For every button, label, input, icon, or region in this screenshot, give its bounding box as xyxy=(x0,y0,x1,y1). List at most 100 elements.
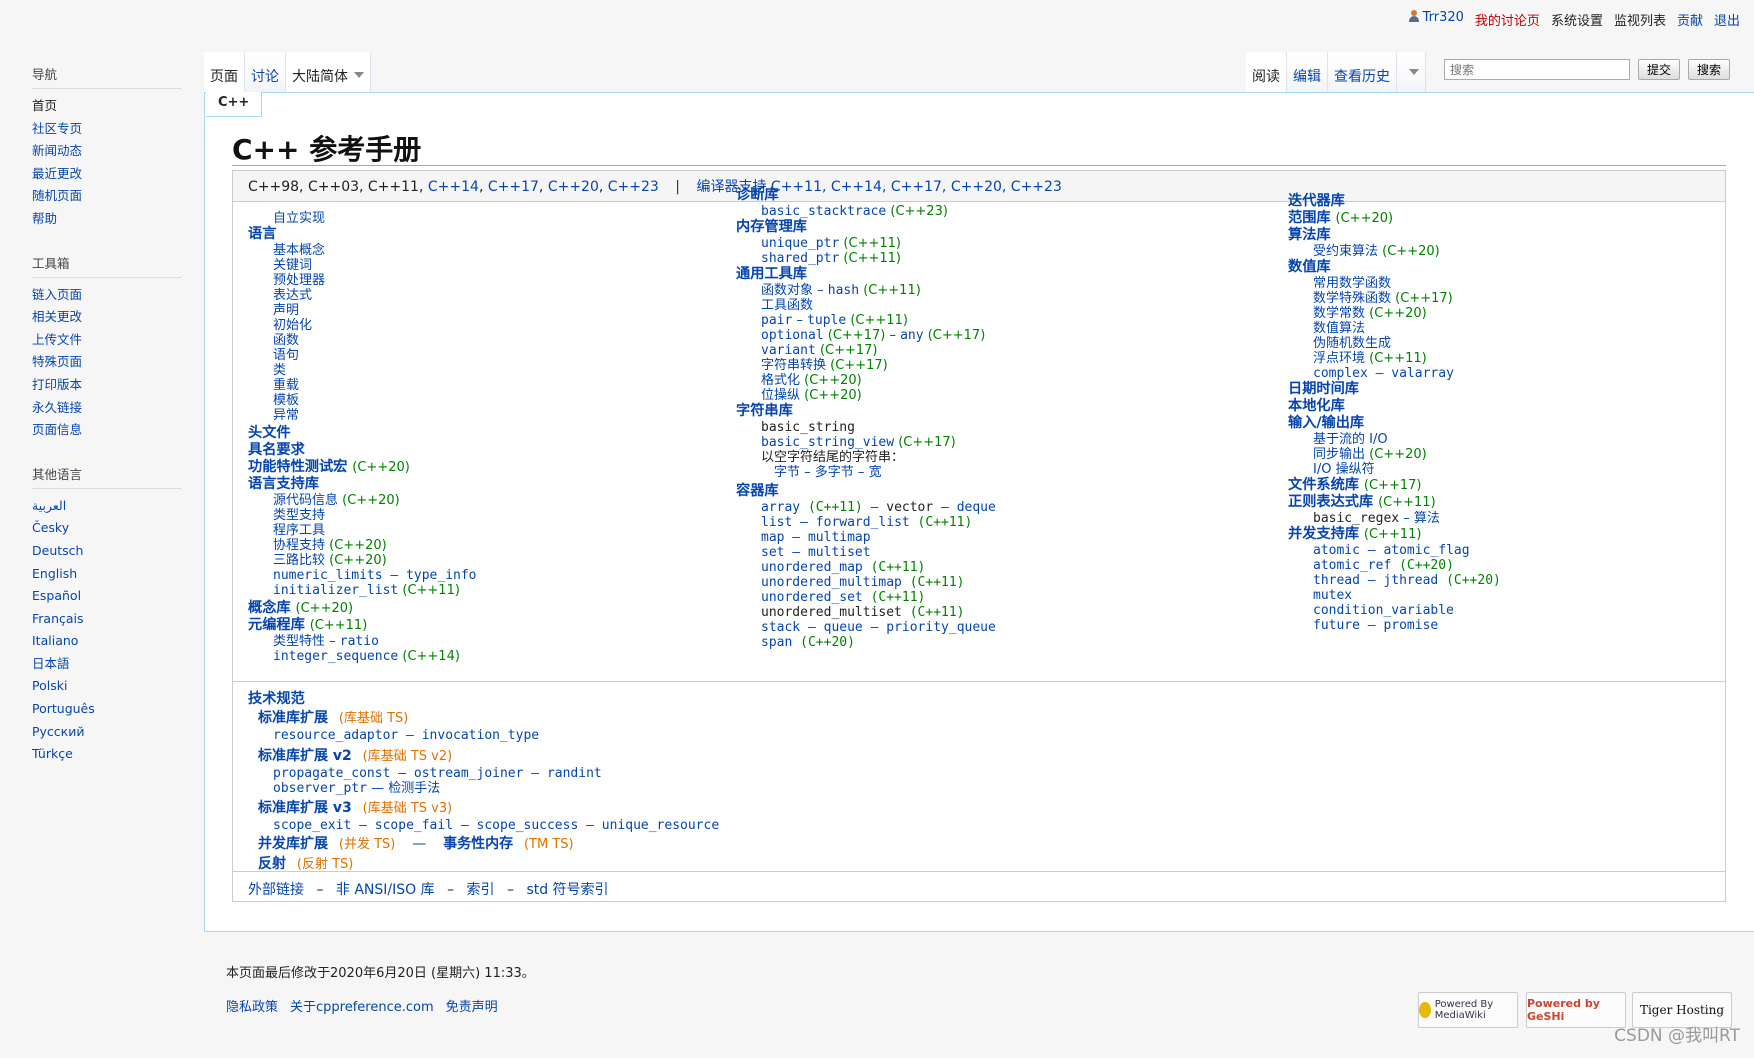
nav-item-main[interactable]: 首页 xyxy=(32,98,57,113)
user-link[interactable]: Trr320 xyxy=(1408,10,1464,29)
search-input[interactable] xyxy=(1444,59,1630,80)
link-numeric-limits[interactable]: numeric_limits xyxy=(273,568,383,583)
link-external[interactable]: 外部链接 xyxy=(248,882,304,898)
link-headers[interactable]: 头文件 xyxy=(248,425,477,442)
link-jthread[interactable]: jthread xyxy=(1383,573,1438,588)
link-ranges[interactable]: 范围库 xyxy=(1288,210,1331,226)
link-multiset[interactable]: multiset xyxy=(808,545,871,560)
link-non-ansi[interactable]: 非 ANSI/ISO 库 xyxy=(336,882,435,898)
nav-item-news[interactable]: 新闻动态 xyxy=(32,143,82,158)
link-detection[interactable]: 检测手法 xyxy=(388,781,440,796)
link-condition-variable[interactable]: condition_variable xyxy=(1288,603,1501,618)
link-exceptions[interactable]: 异常 xyxy=(248,408,477,423)
link-tm[interactable]: 事务性内存 xyxy=(443,836,513,852)
link-thread[interactable]: thread xyxy=(1313,573,1360,588)
lang-item[interactable]: Italiano xyxy=(32,633,78,648)
link-byte[interactable]: 字节 xyxy=(774,465,800,480)
link-common-math[interactable]: 常用数学函数 xyxy=(1288,276,1501,291)
link-initializer-list[interactable]: initializer_list xyxy=(273,583,398,598)
link-diagnostics[interactable]: 诊断库 xyxy=(736,187,996,204)
link-array[interactable]: array xyxy=(761,500,800,515)
link-vector[interactable]: vector xyxy=(886,500,933,515)
link-libext3[interactable]: 标准库扩展 v3 xyxy=(258,800,352,816)
link-basic-concepts[interactable]: 基本概念 xyxy=(248,243,477,258)
link-atomic-flag[interactable]: atomic_flag xyxy=(1383,543,1469,558)
geshi-badge[interactable]: Powered by GeSHi xyxy=(1526,992,1626,1028)
link-utilities[interactable]: 通用工具库 xyxy=(736,266,996,283)
link-declaration[interactable]: 声明 xyxy=(248,303,477,318)
lang-item[interactable]: Русский xyxy=(32,724,84,739)
link-wide[interactable]: 宽 xyxy=(869,465,882,480)
link-format[interactable]: 格式化 xyxy=(761,373,800,388)
link-io[interactable]: 输入/输出库 xyxy=(1288,415,1501,432)
link-future[interactable]: future xyxy=(1313,618,1360,633)
link-io-manip[interactable]: I/O 操纵符 xyxy=(1288,462,1501,477)
link-feature-test[interactable]: 功能特性测试宏 xyxy=(248,459,347,475)
tool-related[interactable]: 相关更改 xyxy=(32,309,82,324)
variant-dropdown[interactable]: 大陆简体 xyxy=(286,52,371,92)
tool-permalink[interactable]: 永久链接 xyxy=(32,400,82,415)
link-sync-out[interactable]: 同步输出 xyxy=(1313,447,1365,462)
link-type-info[interactable]: type_info xyxy=(406,568,476,583)
search-button[interactable]: 搜索 xyxy=(1688,59,1731,80)
link-integer-sequence[interactable]: integer_sequence xyxy=(273,649,398,664)
link-coroutine[interactable]: 协程支持 xyxy=(273,538,325,553)
link-observer-ptr[interactable]: observer_ptr xyxy=(273,781,367,796)
link-utility-functions[interactable]: 工具函数 xyxy=(736,298,996,313)
link-resource-adaptor[interactable]: resource_adaptor xyxy=(273,728,398,743)
link-overloading[interactable]: 重载 xyxy=(248,378,477,393)
link-bit[interactable]: 位操纵 xyxy=(761,388,800,403)
nav-item-recent[interactable]: 最近更改 xyxy=(32,166,82,181)
lang-item[interactable]: Česky xyxy=(32,520,69,535)
link-atomic-ref[interactable]: atomic_ref xyxy=(1313,558,1391,573)
link-tuple[interactable]: tuple xyxy=(807,313,846,328)
link-preprocessor[interactable]: 预处理器 xyxy=(248,273,477,288)
tab-page[interactable]: 页面 xyxy=(204,52,245,92)
link-libext[interactable]: 标准库扩展 xyxy=(258,710,328,726)
link-map[interactable]: map xyxy=(761,530,784,545)
link-type-traits[interactable]: 类型特性 xyxy=(273,634,325,649)
about-link[interactable]: 关于cppreference.com xyxy=(290,996,434,1015)
link-multimap[interactable]: multimap xyxy=(808,530,871,545)
link-forward-list[interactable]: forward_list xyxy=(816,515,910,530)
watchlist-link[interactable]: 监视列表 xyxy=(1614,10,1666,29)
nav-item-help[interactable]: 帮助 xyxy=(32,211,57,226)
link-unordered-map[interactable]: unordered_map xyxy=(761,560,863,575)
link-iterators[interactable]: 迭代器库 xyxy=(1288,193,1501,210)
link-queue[interactable]: queue xyxy=(824,620,863,635)
link-valarray[interactable]: valarray xyxy=(1391,366,1454,381)
link-keywords[interactable]: 关键词 xyxy=(248,258,477,273)
link-multibyte[interactable]: 多字节 xyxy=(815,465,854,480)
lang-item[interactable]: Português xyxy=(32,701,95,716)
link-function-objects[interactable]: 函数对象 xyxy=(761,283,813,298)
link-program-utils[interactable]: 程序工具 xyxy=(248,523,477,538)
nav-item-random[interactable]: 随机页面 xyxy=(32,188,82,203)
link-basic-regex[interactable]: basic_regex xyxy=(1313,511,1399,526)
disclaimer-link[interactable]: 免责声明 xyxy=(446,996,498,1015)
link-unique-resource[interactable]: unique_resource xyxy=(602,818,719,833)
link-atomic[interactable]: atomic xyxy=(1313,543,1360,558)
tab-read[interactable]: 阅读 xyxy=(1246,52,1287,92)
link-scope-fail[interactable]: scope_fail xyxy=(375,818,453,833)
lang-item[interactable]: Español xyxy=(32,588,81,603)
link-randint[interactable]: randint xyxy=(547,766,602,781)
link-type-support[interactable]: 类型支持 xyxy=(248,508,477,523)
privacy-link[interactable]: 隐私政策 xyxy=(226,996,278,1015)
ver-link[interactable]: C++17 xyxy=(488,179,539,195)
link-strings[interactable]: 字符串库 xyxy=(736,403,996,420)
link-pair[interactable]: pair xyxy=(761,313,792,328)
lang-item[interactable]: English xyxy=(32,566,77,581)
link-functions[interactable]: 函数 xyxy=(248,333,477,348)
talk-link[interactable]: 我的讨论页 xyxy=(1475,10,1540,29)
link-templates[interactable]: 模板 xyxy=(248,393,477,408)
link-priority-queue[interactable]: priority_queue xyxy=(886,620,996,635)
link-ostream-joiner[interactable]: ostream_joiner xyxy=(414,766,524,781)
tool-print[interactable]: 打印版本 xyxy=(32,377,82,392)
ver-link[interactable]: C++11 xyxy=(368,179,419,195)
tab-history[interactable]: 查看历史 xyxy=(1328,52,1397,92)
link-scope-exit[interactable]: scope_exit xyxy=(273,818,351,833)
link-initialization[interactable]: 初始化 xyxy=(248,318,477,333)
link-shared-ptr[interactable]: shared_ptr xyxy=(761,251,839,266)
lang-item[interactable]: Français xyxy=(32,611,84,626)
link-numeric-alg[interactable]: 数值算法 xyxy=(1288,321,1501,336)
